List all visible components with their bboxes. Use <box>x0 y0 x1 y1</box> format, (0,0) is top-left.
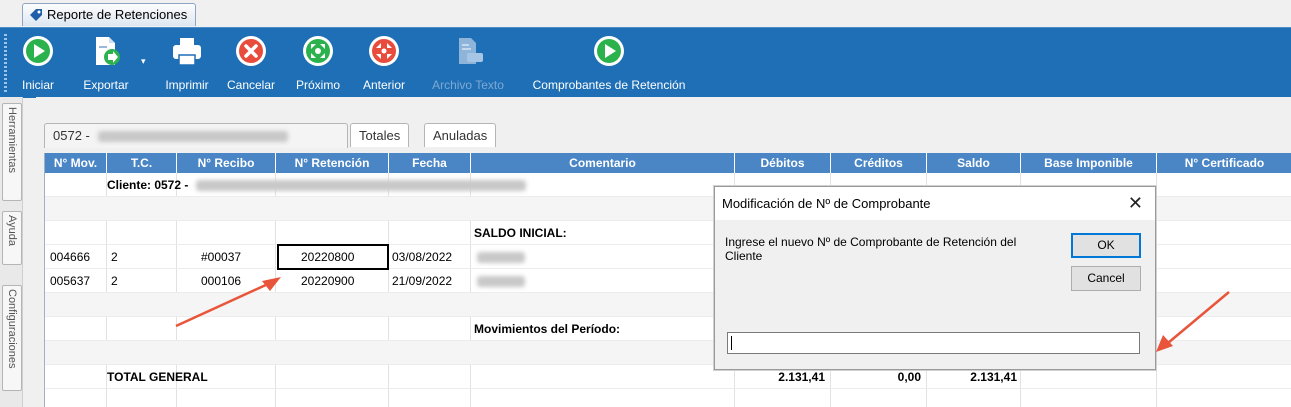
annotation-arrow-right <box>1156 291 1230 352</box>
annotation-arrow-left <box>175 277 281 328</box>
annotation-arrows <box>175 277 1230 352</box>
